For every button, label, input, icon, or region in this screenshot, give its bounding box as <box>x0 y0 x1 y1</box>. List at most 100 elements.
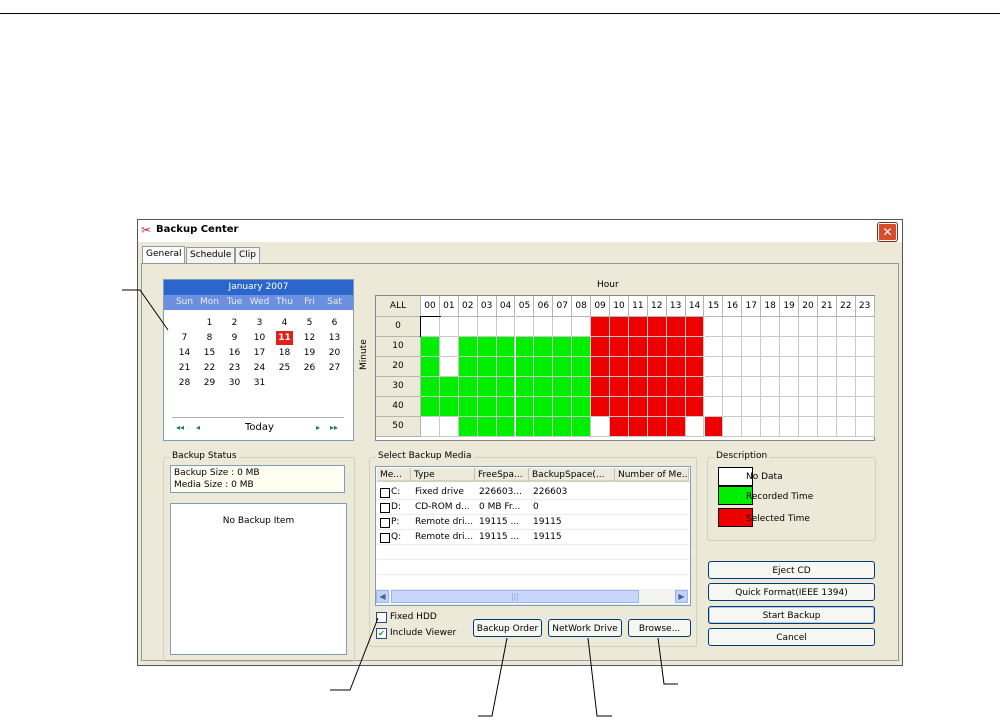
time-cell[interactable] <box>647 317 667 337</box>
time-cell[interactable] <box>496 377 516 397</box>
calendar-day-6[interactable]: 6 <box>326 316 343 330</box>
time-cell[interactable] <box>799 357 818 377</box>
calendar-day-9[interactable]: 9 <box>226 331 243 345</box>
calendar-day-7[interactable]: 7 <box>176 331 193 345</box>
network-drive-button[interactable]: NetWork Drive <box>548 619 622 637</box>
time-cell[interactable] <box>421 357 440 377</box>
hour-header-15[interactable]: 15 <box>704 296 724 317</box>
time-cell[interactable] <box>477 397 497 417</box>
calendar-day-16[interactable]: 16 <box>226 346 243 360</box>
calendar-day-11[interactable]: 11 <box>276 331 293 345</box>
calendar-day-31[interactable]: 31 <box>251 376 268 390</box>
time-cell[interactable] <box>780 357 799 377</box>
time-cell[interactable] <box>761 417 781 437</box>
time-cell[interactable] <box>742 357 762 377</box>
backup-item-list[interactable]: No Backup Item <box>170 503 347 655</box>
time-cell[interactable] <box>439 357 459 377</box>
calendar-day-3[interactable]: 3 <box>251 316 268 330</box>
media-checkbox[interactable] <box>380 488 390 498</box>
calendar-day-27[interactable]: 27 <box>326 361 343 375</box>
hour-header-19[interactable]: 19 <box>780 296 799 317</box>
hour-header-10[interactable]: 10 <box>610 296 629 317</box>
time-cell[interactable] <box>761 317 781 337</box>
media-row[interactable]: C: Fixed drive 226603... 226603 <box>377 485 689 500</box>
minute-row-label-10[interactable]: 10 <box>376 337 421 357</box>
time-cell[interactable] <box>628 337 648 357</box>
time-cell[interactable] <box>666 377 686 397</box>
time-cell[interactable] <box>666 317 686 337</box>
time-cell[interactable] <box>704 417 724 437</box>
time-cell[interactable] <box>704 357 724 377</box>
time-cell[interactable] <box>439 417 459 437</box>
time-cell[interactable] <box>496 317 516 337</box>
hour-header-06[interactable]: 06 <box>534 296 554 317</box>
time-cell[interactable] <box>553 317 573 337</box>
start-backup-button[interactable]: Start Backup <box>708 606 875 624</box>
time-cell[interactable] <box>628 357 648 377</box>
column-header-type[interactable]: Type <box>411 468 475 482</box>
media-checkbox[interactable] <box>380 518 390 528</box>
time-cell[interactable] <box>836 397 856 417</box>
minute-row-label-40[interactable]: 40 <box>376 397 421 417</box>
time-cell[interactable] <box>685 417 705 437</box>
calendar-day-14[interactable]: 14 <box>176 346 193 360</box>
time-cell[interactable] <box>477 317 497 337</box>
media-list[interactable]: Me... Type FreeSpa... BackupSpace(... Nu… <box>375 466 691 606</box>
time-cell[interactable] <box>647 357 667 377</box>
calendar-day-12[interactable]: 12 <box>301 331 318 345</box>
time-cell[interactable] <box>572 337 592 357</box>
time-cell[interactable] <box>666 417 686 437</box>
hour-header-18[interactable]: 18 <box>761 296 781 317</box>
time-cell[interactable] <box>761 357 781 377</box>
time-cell[interactable] <box>799 317 818 337</box>
calendar-day-25[interactable]: 25 <box>276 361 293 375</box>
time-cell[interactable] <box>685 357 705 377</box>
time-cell[interactable] <box>610 357 629 377</box>
time-cell[interactable] <box>591 317 610 337</box>
hour-header-08[interactable]: 08 <box>572 296 592 317</box>
time-cell[interactable] <box>742 397 762 417</box>
time-cell[interactable] <box>534 317 554 337</box>
hour-header-07[interactable]: 07 <box>553 296 573 317</box>
time-cell[interactable] <box>534 357 554 377</box>
time-cell[interactable] <box>685 337 705 357</box>
time-cell[interactable] <box>534 377 554 397</box>
minute-row-label-30[interactable]: 30 <box>376 377 421 397</box>
media-checkbox[interactable] <box>380 533 390 543</box>
calendar-day-13[interactable]: 13 <box>326 331 343 345</box>
hour-header-11[interactable]: 11 <box>628 296 648 317</box>
time-cell[interactable] <box>780 377 799 397</box>
media-row[interactable]: P: Remote dri... 19115 ... 19115 <box>377 515 689 530</box>
fixed-hdd-checkbox[interactable] <box>376 612 387 623</box>
calendar-day-18[interactable]: 18 <box>276 346 293 360</box>
time-cell[interactable] <box>647 337 667 357</box>
time-cell[interactable] <box>458 377 478 397</box>
time-cell[interactable] <box>439 337 459 357</box>
column-header-media[interactable]: Me... <box>377 468 411 482</box>
calendar-day-5[interactable]: 5 <box>301 316 318 330</box>
calendar-day-10[interactable]: 10 <box>251 331 268 345</box>
time-cell[interactable] <box>817 417 837 437</box>
calendar-day-24[interactable]: 24 <box>251 361 268 375</box>
hour-header-03[interactable]: 03 <box>477 296 497 317</box>
time-cell[interactable] <box>477 377 497 397</box>
time-cell[interactable] <box>799 417 818 437</box>
scroll-right-icon[interactable]: ▶ <box>675 590 688 603</box>
time-cell[interactable] <box>534 417 554 437</box>
time-cell[interactable] <box>666 357 686 377</box>
time-cell[interactable] <box>799 397 818 417</box>
time-cell[interactable] <box>855 397 875 417</box>
time-cell[interactable] <box>704 397 724 417</box>
media-row[interactable]: Q: Remote dri... 19115 ... 19115 <box>377 530 689 545</box>
time-cell[interactable] <box>817 357 837 377</box>
hour-header-05[interactable]: 05 <box>515 296 535 317</box>
tab-clip[interactable]: Clip <box>235 247 260 263</box>
time-cell[interactable] <box>647 417 667 437</box>
time-cell[interactable] <box>439 377 459 397</box>
time-cell[interactable] <box>836 417 856 437</box>
time-cell[interactable] <box>836 357 856 377</box>
calendar-day-8[interactable]: 8 <box>201 331 218 345</box>
time-cell[interactable] <box>836 377 856 397</box>
time-cell[interactable] <box>458 397 478 417</box>
time-cell[interactable] <box>628 417 648 437</box>
